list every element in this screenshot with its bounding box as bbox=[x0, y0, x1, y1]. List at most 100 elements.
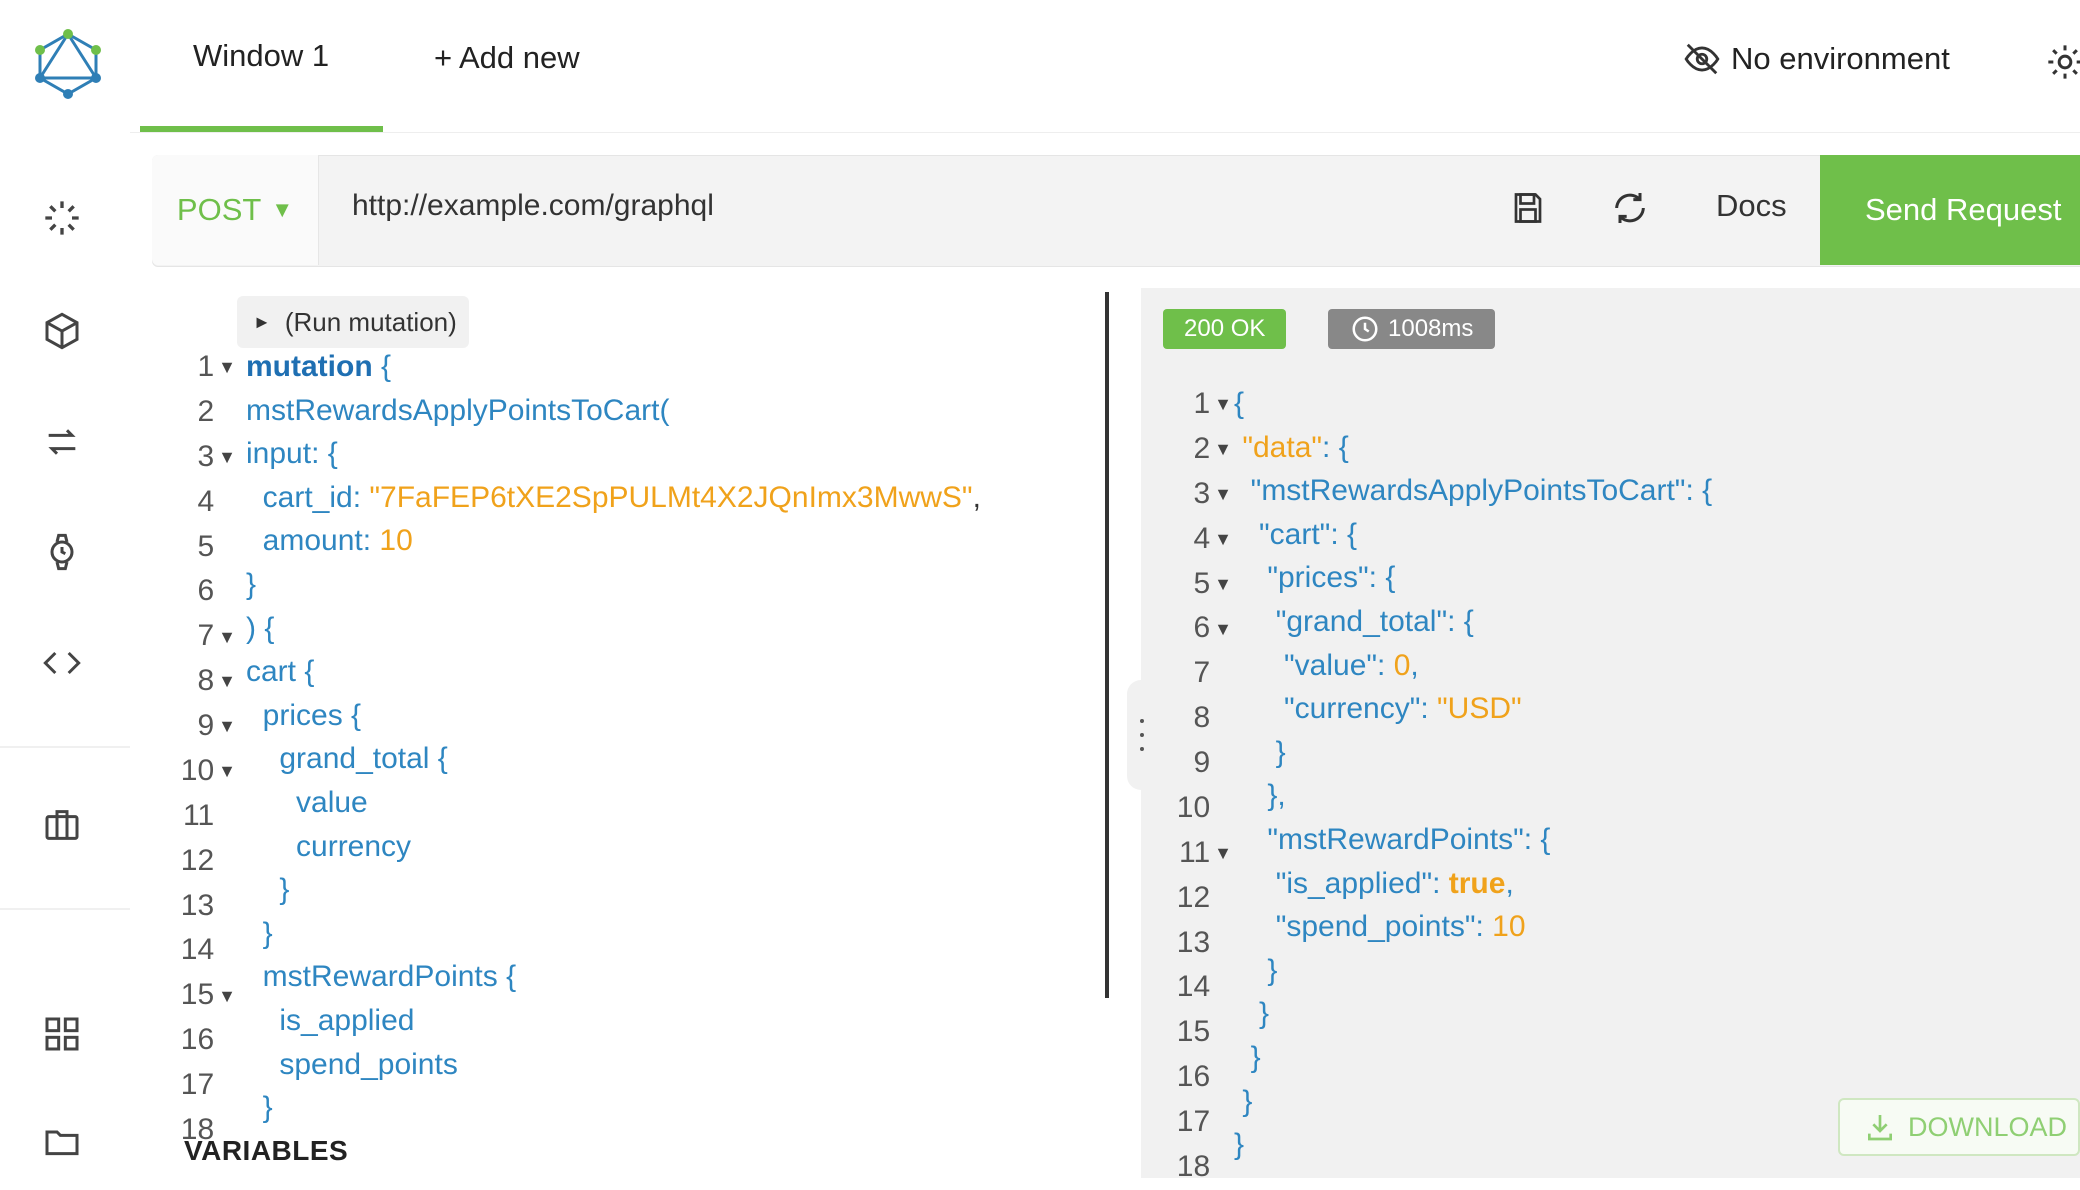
line-number: 9 bbox=[1193, 746, 1211, 779]
fold-arrow-icon[interactable]: ▼ bbox=[218, 660, 236, 704]
code-line: mutation { bbox=[246, 350, 392, 383]
fold-arrow-icon[interactable]: ▼ bbox=[1214, 473, 1232, 517]
download-button[interactable]: DOWNLOAD bbox=[1838, 1098, 2080, 1156]
line-number: 3 bbox=[197, 439, 215, 473]
top-bar: Window 1 + Add new No environment bbox=[0, 0, 2080, 133]
gear-icon[interactable] bbox=[2045, 42, 2080, 82]
code-line: "is_applied": true, bbox=[1275, 866, 1514, 900]
line-number: 12 bbox=[180, 843, 215, 877]
watch-icon[interactable] bbox=[42, 532, 82, 572]
line-number: 14 bbox=[1176, 970, 1211, 1004]
line-number: 5 bbox=[197, 529, 215, 563]
code-line: input: { bbox=[246, 437, 338, 471]
clock-icon bbox=[1352, 316, 1378, 342]
fold-arrow-icon[interactable]: ▼ bbox=[218, 436, 236, 480]
line-number: 11 bbox=[183, 798, 215, 832]
grid-icon[interactable] bbox=[42, 1014, 82, 1054]
line-number: 16 bbox=[1176, 1060, 1211, 1094]
fold-arrow-icon[interactable]: ▼ bbox=[1214, 563, 1232, 607]
line-number: 7 bbox=[1193, 656, 1211, 690]
fold-arrow-icon[interactable]: ▼ bbox=[1214, 608, 1232, 652]
sidebar bbox=[0, 132, 130, 1185]
run-mutation-button[interactable]: ► (Run mutation) bbox=[237, 296, 469, 348]
fold-arrow-icon[interactable]: ▼ bbox=[1214, 428, 1232, 472]
code-line: } bbox=[246, 873, 290, 907]
code-line: } bbox=[1234, 735, 1286, 769]
refresh-icon[interactable] bbox=[1610, 188, 1650, 228]
variables-section-toggle[interactable]: VARIABLES bbox=[184, 1135, 348, 1167]
code-line: cart { bbox=[246, 655, 315, 689]
loading-spinner-icon[interactable] bbox=[42, 198, 82, 238]
code-line: { bbox=[1234, 387, 1245, 420]
response-time-label: 1008ms bbox=[1388, 315, 1474, 342]
status-badge: 200 OK bbox=[1163, 309, 1287, 349]
code-line: "prices": { bbox=[1267, 561, 1396, 595]
send-request-button[interactable]: Send Request bbox=[1820, 155, 2080, 265]
line-number: 13 bbox=[1176, 925, 1211, 959]
folder-icon[interactable] bbox=[42, 1122, 82, 1162]
fold-arrow-icon[interactable]: ▼ bbox=[1214, 832, 1232, 876]
line-number: 6 bbox=[197, 574, 215, 608]
line-number: 4 bbox=[197, 484, 215, 518]
code-line: "grand_total": { bbox=[1275, 604, 1474, 638]
line-number: 5 bbox=[1193, 566, 1211, 600]
line-number: 9 bbox=[197, 709, 215, 742]
code-line: grand_total { bbox=[279, 742, 448, 776]
code-line: "cart": { bbox=[1259, 517, 1358, 551]
code-line: "currency": "USD" bbox=[1284, 692, 1522, 726]
save-icon[interactable] bbox=[1510, 190, 1546, 226]
fold-arrow-icon[interactable]: ▼ bbox=[1214, 383, 1232, 427]
fold-arrow-icon[interactable]: ▼ bbox=[218, 346, 236, 390]
tab-window-1[interactable]: Window 1 bbox=[193, 38, 329, 74]
code-line: } bbox=[1234, 997, 1270, 1031]
query-editor[interactable]: mutation { mstRewardsApplyPointsToCart( in… bbox=[246, 345, 981, 1130]
line-number: 1 bbox=[197, 350, 215, 383]
code-line: } bbox=[246, 567, 257, 601]
sync-arrows-icon[interactable] bbox=[42, 422, 82, 462]
cube-icon[interactable] bbox=[42, 311, 82, 351]
code-icon[interactable] bbox=[42, 643, 82, 683]
line-number: 17 bbox=[1176, 1105, 1211, 1138]
run-mutation-label: (Run mutation) bbox=[284, 306, 457, 337]
response-viewer: { "data": { "mstRewardsApplyPointsToCart… bbox=[1234, 382, 1712, 1167]
line-number: 3 bbox=[1193, 476, 1211, 510]
line-number: 2 bbox=[1193, 431, 1211, 465]
code-line: spend_points bbox=[279, 1047, 458, 1081]
editor-scrollbar[interactable] bbox=[1105, 292, 1109, 998]
briefcase-icon[interactable] bbox=[42, 805, 82, 845]
code-line: } bbox=[1234, 1084, 1253, 1118]
eye-off-icon bbox=[1684, 43, 1720, 75]
response-line-numbers: 1▼2▼3▼4▼5▼6▼7▼8▼9▼10▼11▼12▼13▼14▼15▼16▼1… bbox=[1160, 382, 1232, 1190]
graphql-logo-icon bbox=[35, 29, 101, 99]
line-number: 14 bbox=[180, 933, 215, 967]
sidebar-divider bbox=[0, 908, 130, 910]
active-tab-indicator bbox=[140, 126, 383, 132]
docs-button[interactable]: Docs bbox=[1716, 188, 1787, 224]
line-number: 7 bbox=[197, 619, 215, 653]
fold-arrow-icon[interactable]: ▼ bbox=[218, 750, 236, 794]
method-selector[interactable]: POST ▼ bbox=[152, 155, 319, 265]
fold-arrow-icon[interactable]: ▼ bbox=[218, 616, 236, 660]
code-line: mstRewardPoints { bbox=[262, 960, 517, 994]
download-label: DOWNLOAD bbox=[1908, 1111, 2068, 1142]
url-input[interactable]: http://example.com/graphql bbox=[352, 189, 714, 223]
code-line: } bbox=[1234, 1040, 1261, 1074]
code-line: } bbox=[246, 1091, 273, 1125]
line-number: 15 bbox=[1176, 1015, 1211, 1049]
fold-arrow-icon[interactable]: ▼ bbox=[218, 705, 236, 749]
environment-selector[interactable]: No environment bbox=[1683, 40, 1950, 78]
line-number: 11 bbox=[1179, 835, 1211, 869]
fold-arrow-icon[interactable]: ▼ bbox=[1214, 518, 1232, 562]
add-new-tab-button[interactable]: + Add new bbox=[434, 40, 580, 76]
line-number: 15 bbox=[180, 978, 215, 1012]
line-number: 8 bbox=[197, 664, 215, 698]
code-line: }, bbox=[1234, 779, 1286, 813]
fold-arrow-icon[interactable]: ▼ bbox=[218, 975, 236, 1019]
line-number: 10 bbox=[180, 753, 215, 787]
code-line: currency bbox=[296, 829, 412, 863]
code-line: cart_id: "7FaFEP6tXE2SpPULMt4X2JQnImx3Mw… bbox=[262, 480, 981, 514]
sidebar-divider bbox=[0, 746, 130, 748]
caret-down-icon: ▼ bbox=[271, 197, 294, 222]
line-number: 6 bbox=[1193, 611, 1211, 645]
code-line: mstRewardsApplyPointsToCart( bbox=[246, 393, 670, 427]
